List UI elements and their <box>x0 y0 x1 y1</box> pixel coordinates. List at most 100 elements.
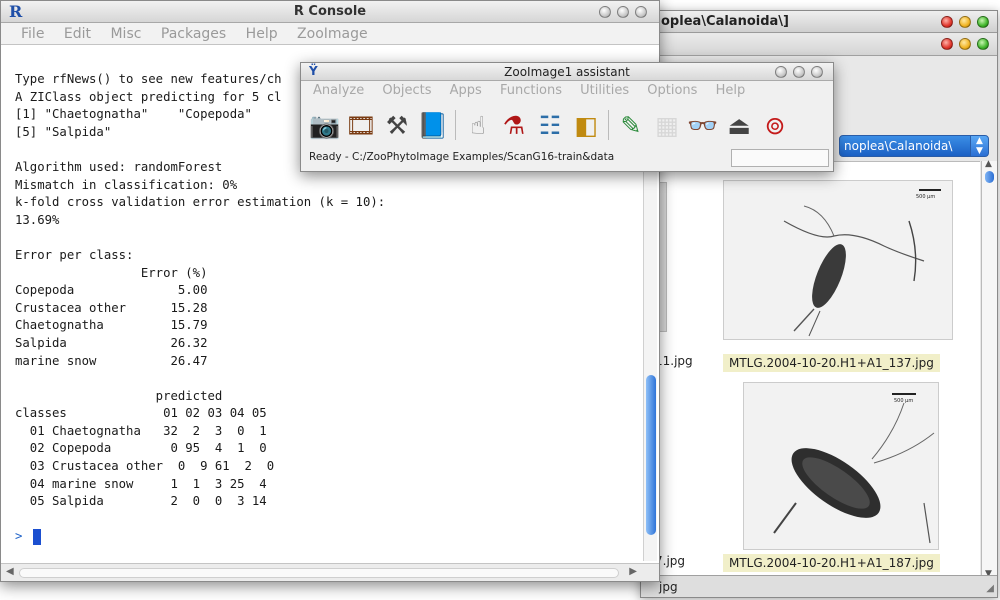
zoom-button[interactable] <box>635 6 647 18</box>
menu-zooimage[interactable]: ZooImage <box>297 26 368 42</box>
minimize-button[interactable] <box>617 6 629 18</box>
menu-edit[interactable]: Edit <box>64 26 91 42</box>
browser-statusbar: jpg <box>641 575 997 597</box>
zoo-titlebar[interactable]: Ϋ ZooImage1 assistant <box>301 63 833 81</box>
updown-arrows-icon: ▲ ▼ <box>970 136 988 156</box>
close-button[interactable] <box>599 6 611 18</box>
rconsole-scroll-thumb[interactable] <box>646 375 656 535</box>
zoo-title: ZooImage1 assistant <box>504 65 630 79</box>
minimize-button[interactable] <box>793 66 805 78</box>
toolbar-separator <box>455 110 456 140</box>
menu-packages[interactable]: Packages <box>161 26 226 42</box>
tools-icon[interactable]: ⚒ <box>381 108 413 142</box>
console-line: 03 Crustacea other 0 9 61 2 0 <box>15 459 275 474</box>
rconsole-menubar: File Edit Misc Packages Help ZooImage <box>1 23 659 45</box>
scroll-left-icon[interactable]: ◀ <box>6 566 14 577</box>
zoo-window-controls <box>775 66 823 78</box>
shapes-icon[interactable]: ◧ <box>570 108 602 142</box>
console-line: Mismatch in classification: 0% <box>15 177 238 192</box>
console-line: Copepoda 5.00 <box>15 283 208 298</box>
sub-close-button[interactable] <box>941 38 953 50</box>
menu-utilities[interactable]: Utilities <box>580 83 629 98</box>
glasses-icon[interactable]: 👓 <box>687 108 719 142</box>
toolbar-separator <box>608 110 609 140</box>
rconsole-title: R Console <box>293 4 367 19</box>
menu-misc[interactable]: Misc <box>110 26 141 42</box>
console-prompt: > <box>15 529 23 543</box>
console-line: 02 Copepoda 0 95 4 1 0 <box>15 441 267 456</box>
browser-window-controls <box>941 16 989 28</box>
console-line: Salpida 26.32 <box>15 335 208 350</box>
menu-functions[interactable]: Functions <box>500 83 562 98</box>
sub-zoom-button[interactable] <box>977 38 989 50</box>
console-line: 04 marine snow 1 1 3 25 4 <box>15 476 267 491</box>
console-line: Error (%) <box>15 265 208 280</box>
hscroll-track[interactable] <box>19 568 619 578</box>
menu-options[interactable]: Options <box>647 83 697 98</box>
text-cursor[interactable] <box>33 529 41 545</box>
console-line: 05 Salpida 2 0 0 3 14 <box>15 494 267 509</box>
sub-minimize-button[interactable] <box>959 38 971 50</box>
browser-title: oplea\Calanoida\] <box>661 14 789 29</box>
copepoda-image-icon: 500 µm <box>744 383 938 549</box>
path-popup[interactable]: noplea\Calanoida\ ▲ ▼ <box>839 135 989 157</box>
scale-label: 500 µm <box>894 398 913 404</box>
rconsole-titlebar[interactable]: R R Console <box>1 1 659 23</box>
scale-label: 500 µm <box>916 194 935 200</box>
browser-titlebar[interactable]: oplea\Calanoida\] <box>641 11 997 33</box>
menu-file[interactable]: File <box>21 26 44 42</box>
console-line: Crustacea other 15.28 <box>15 300 208 315</box>
thumbnail-image-selected[interactable]: 500 µm <box>743 382 939 550</box>
notebook-icon[interactable]: 📘 <box>417 108 449 142</box>
thumbnail-grid[interactable]: 11.jpg 7.jpg 500 µm MTLG.2004-10-20.H1+A… <box>641 161 980 581</box>
minimize-button[interactable] <box>959 16 971 28</box>
hand-icon[interactable]: ☝ <box>462 108 494 142</box>
rconsole-horizontal-scrollbar[interactable]: ◀ ▶ <box>1 563 659 581</box>
copepoda-image-icon: 500 µm <box>724 181 952 339</box>
zoom-button[interactable] <box>977 16 989 28</box>
close-button[interactable] <box>775 66 787 78</box>
console-line: predicted <box>15 388 223 403</box>
film-icon[interactable]: 🎞 <box>345 108 377 142</box>
zoo-status-text: Ready - C:/ZooPhytoImage Examples/ScanG1… <box>309 151 615 163</box>
console-line: classes 01 02 03 04 05 <box>15 406 267 421</box>
thumbnail-caption: MTLG.2004-10-20.H1+A1_187.jpg <box>723 554 940 572</box>
export-icon[interactable]: ⏏ <box>723 108 755 142</box>
console-line: 01 Chaetognatha 32 2 3 0 1 <box>15 423 267 438</box>
resize-grip-icon[interactable]: ◢ <box>986 583 994 594</box>
subwindow-controls <box>941 38 989 50</box>
thumbnail-caption: MTLG.2004-10-20.H1+A1_137.jpg <box>723 354 940 372</box>
scroll-up-icon[interactable]: ▲ <box>985 159 992 169</box>
menu-help[interactable]: Help <box>716 83 746 98</box>
camera-icon[interactable]: 📷 <box>309 108 341 142</box>
rconsole-window-controls <box>599 6 647 18</box>
console-line: Chaetognatha 15.79 <box>15 318 208 333</box>
lifebuoy-icon[interactable]: ⊚ <box>759 108 791 142</box>
pen-icon[interactable]: ✎ <box>615 108 647 142</box>
console-line: k-fold cross validation error estimation… <box>15 195 386 210</box>
console-line: 13.69% <box>15 212 60 227</box>
browser-scroll-thumb[interactable] <box>985 171 994 183</box>
zoo-menubar: Analyze Objects Apps Functions Utilities… <box>301 81 833 101</box>
thumbnail-image[interactable]: 500 µm <box>723 180 953 340</box>
tree-icon[interactable]: ☷ <box>534 108 566 142</box>
beaker-icon[interactable]: ⚗ <box>498 108 530 142</box>
path-popup-label: noplea\Calanoida\ <box>844 139 953 153</box>
scroll-right-icon[interactable]: ▶ <box>629 566 637 577</box>
console-line: Error per class: <box>15 247 134 262</box>
zoo-progress-bar <box>731 149 829 167</box>
zoom-button[interactable] <box>811 66 823 78</box>
menu-objects[interactable]: Objects <box>382 83 431 98</box>
menu-apps[interactable]: Apps <box>450 83 482 98</box>
menu-help[interactable]: Help <box>246 26 278 42</box>
zooimage-assistant-window: Ϋ ZooImage1 assistant Analyze Objects Ap… <box>300 62 834 172</box>
close-button[interactable] <box>941 16 953 28</box>
thumbnail-caption-partial: 11.jpg <box>655 354 693 368</box>
browser-vertical-scrollbar[interactable]: ▲ ▼ <box>981 159 997 581</box>
menu-analyze[interactable]: Analyze <box>313 83 364 98</box>
cube-icon[interactable]: ▦ <box>651 108 683 142</box>
browser-subwindow-bar <box>641 34 997 56</box>
browser-status-text: jpg <box>659 580 678 594</box>
